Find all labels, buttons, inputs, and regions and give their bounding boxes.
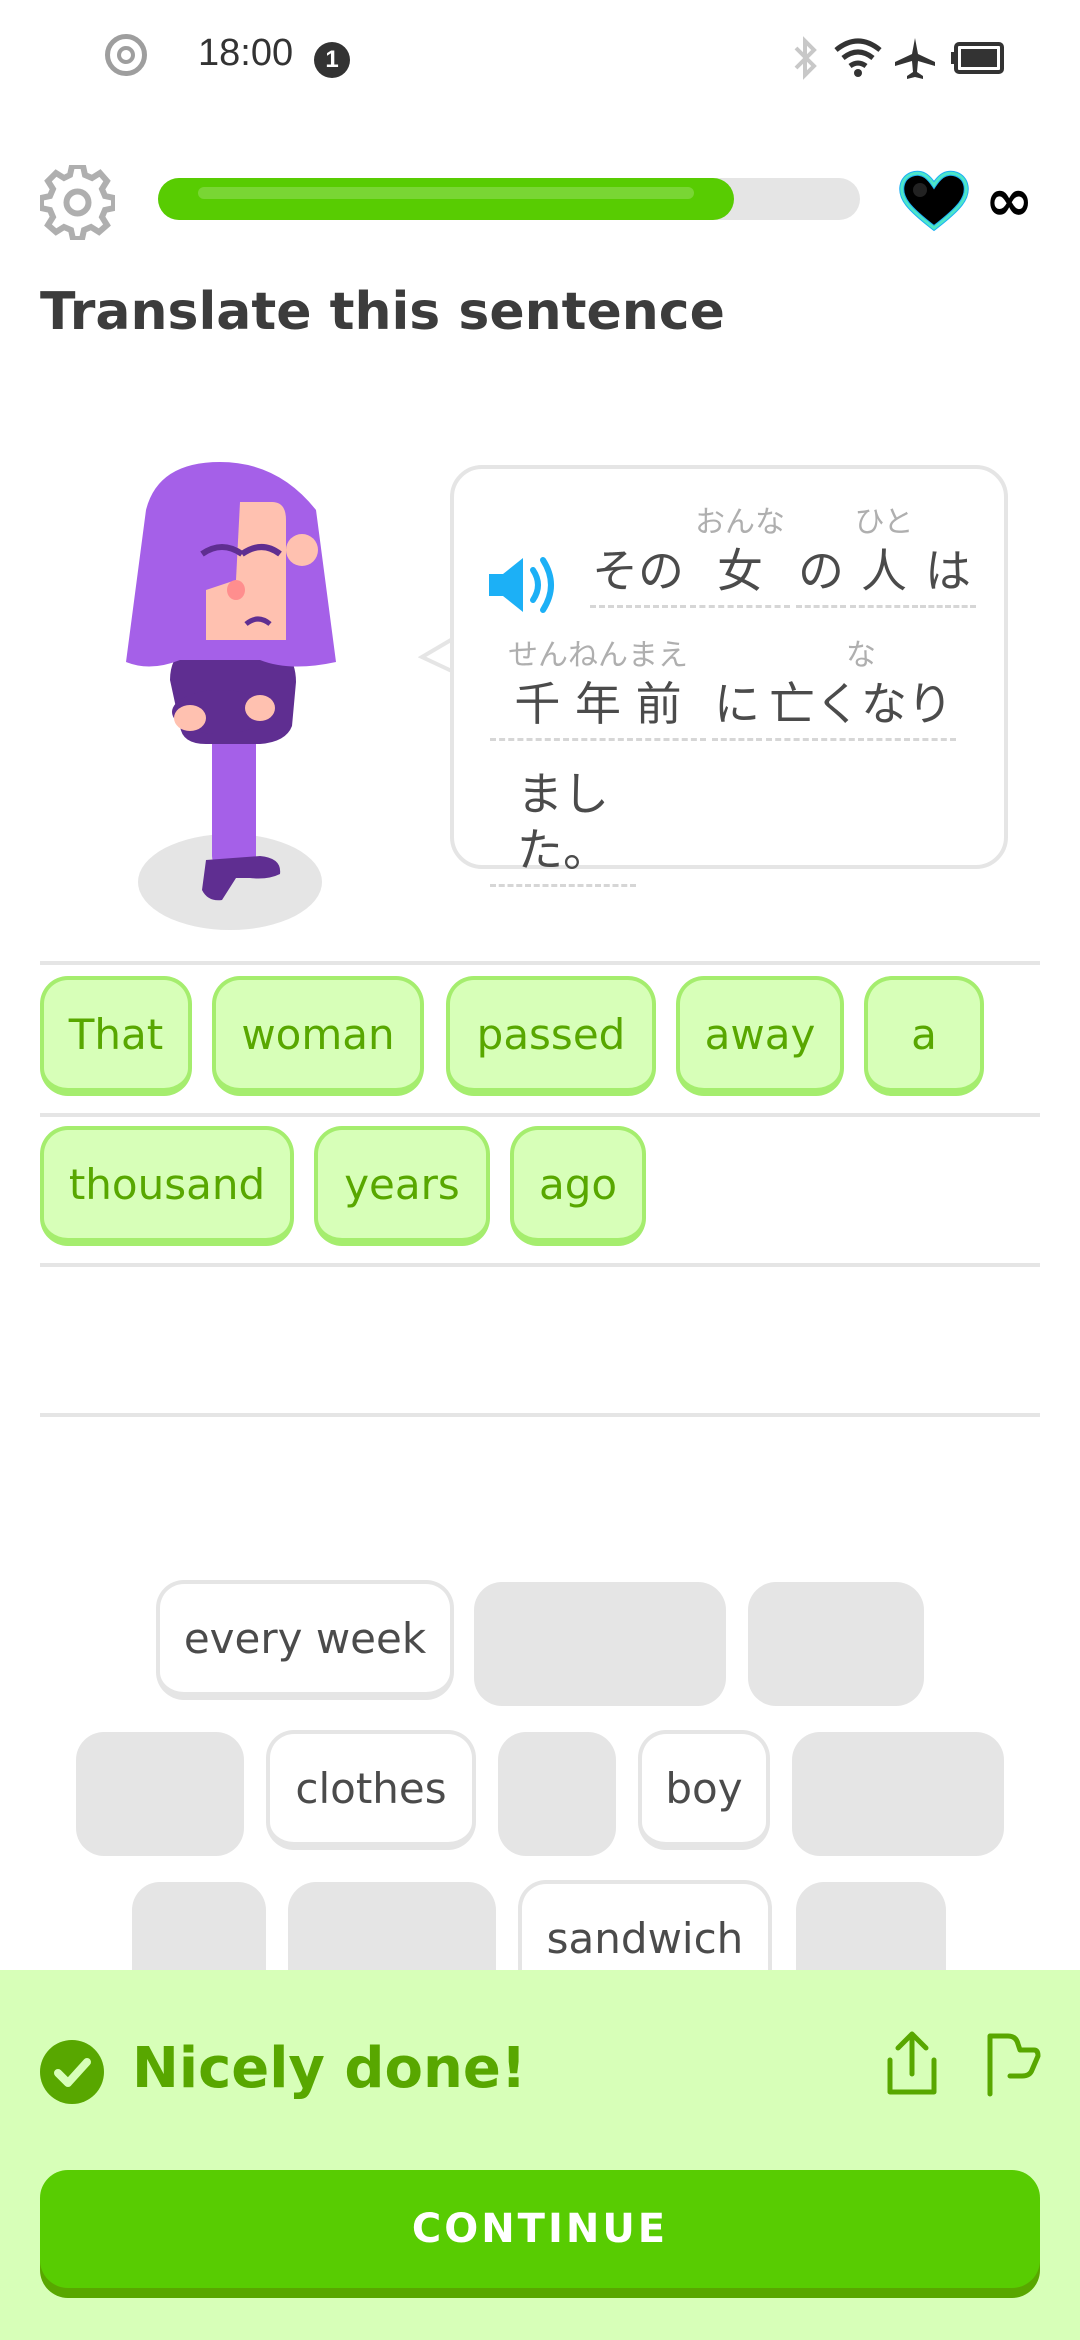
continue-button[interactable]: CONTINUE bbox=[40, 2170, 1040, 2288]
share-icon[interactable] bbox=[880, 2030, 944, 2098]
answer-word[interactable]: woman bbox=[212, 976, 424, 1096]
word-bank-chip[interactable]: every week bbox=[156, 1580, 454, 1700]
word-bank-slot-empty bbox=[76, 1732, 244, 1856]
page-title: Translate this sentence bbox=[40, 282, 725, 342]
word-bank-slot-empty bbox=[474, 1582, 726, 1706]
answer-word[interactable]: passed bbox=[446, 976, 656, 1096]
hearts-count: ∞ bbox=[985, 166, 1034, 234]
report-flag-icon[interactable] bbox=[982, 2030, 1042, 2098]
character-illustration bbox=[126, 462, 336, 930]
answer-word[interactable]: away bbox=[676, 976, 844, 1096]
record-icon bbox=[105, 34, 147, 76]
answer-word[interactable]: ago bbox=[510, 1126, 646, 1246]
answer-word[interactable]: That bbox=[40, 976, 192, 1096]
answer-line bbox=[40, 1113, 1040, 1117]
airplane-icon bbox=[895, 38, 935, 79]
heart-icon bbox=[899, 170, 969, 232]
prompt-token[interactable]: に bbox=[712, 636, 762, 741]
prompt-token[interactable]: は bbox=[920, 503, 976, 608]
progress-fill bbox=[158, 178, 734, 220]
prompt-token[interactable]: な 亡くなり bbox=[766, 636, 956, 741]
prompt-token[interactable]: ました。 bbox=[490, 726, 636, 887]
prompt-token[interactable]: おんな 女 bbox=[690, 503, 790, 608]
feedback-message: Nicely done! bbox=[132, 2036, 527, 2101]
word-bank-chip[interactable]: clothes bbox=[266, 1730, 476, 1850]
word-bank-slot-empty bbox=[498, 1732, 616, 1856]
answer-line bbox=[40, 1413, 1040, 1417]
answer-word[interactable]: years bbox=[314, 1126, 490, 1246]
prompt-token[interactable]: その bbox=[590, 503, 686, 608]
word-bank-slot-empty bbox=[748, 1582, 924, 1706]
answer-line bbox=[40, 961, 1040, 965]
prompt-token[interactable]: の bbox=[796, 503, 846, 608]
word-bank-chip[interactable]: boy bbox=[638, 1730, 770, 1850]
prompt-token[interactable]: ひと 人 bbox=[850, 503, 918, 608]
bluetooth-icon bbox=[794, 36, 817, 80]
answer-word[interactable]: thousand bbox=[40, 1126, 294, 1246]
progress-shine bbox=[198, 187, 694, 199]
status-bar: 18:00 1 bbox=[0, 0, 1080, 120]
answer-word[interactable]: a bbox=[864, 976, 984, 1096]
lesson-progress-bar bbox=[158, 178, 860, 220]
battery-icon bbox=[951, 42, 1004, 74]
checkmark-icon bbox=[40, 2040, 104, 2104]
status-time: 18:00 bbox=[198, 32, 294, 74]
word-bank-slot-empty bbox=[792, 1732, 1004, 1856]
speaker-icon[interactable] bbox=[485, 550, 565, 620]
notification-badge: 1 bbox=[314, 42, 350, 78]
wifi-icon bbox=[834, 38, 882, 77]
gear-icon[interactable] bbox=[40, 165, 115, 240]
answer-line bbox=[40, 1263, 1040, 1267]
